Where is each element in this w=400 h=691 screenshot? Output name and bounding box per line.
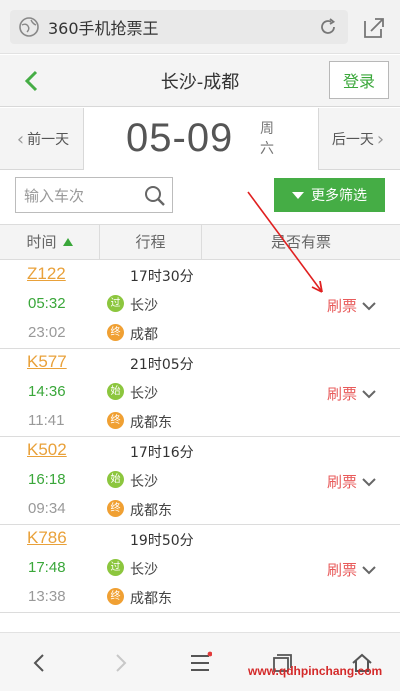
next-day-button[interactable]: 后一天 ›: [318, 108, 400, 170]
refresh-ticket-link[interactable]: 刷票: [327, 471, 357, 492]
page-url-title: 360手机抢票王: [48, 19, 159, 38]
login-button[interactable]: 登录: [329, 61, 389, 99]
browser-bottom-bar: [0, 632, 400, 691]
to-station: 成都东: [130, 591, 172, 607]
to-station-badge: 终: [107, 412, 124, 429]
refresh-ticket-link[interactable]: 刷票: [327, 559, 357, 580]
more-filter-button[interactable]: 更多筛选: [274, 178, 385, 212]
arrive-time: 09:34: [28, 500, 66, 517]
next-day-label: 后一天: [331, 132, 374, 148]
train-search-box: [15, 177, 173, 213]
train-number[interactable]: Z122: [27, 264, 66, 284]
column-headers: 时间 行程 是否有票: [0, 224, 400, 260]
from-station-badge: 过: [107, 295, 124, 312]
refresh-icon[interactable]: [318, 17, 338, 37]
date-navigation: ‹ 前一天 05-09 周 六 后一天 ›: [0, 108, 400, 170]
from-station-badge: 始: [107, 471, 124, 488]
travel-duration: 17时30分: [130, 269, 194, 285]
travel-duration: 17时16分: [130, 445, 194, 461]
from-station-badge: 始: [107, 383, 124, 400]
to-station-badge: 终: [107, 324, 124, 341]
from-station: 长沙: [130, 298, 158, 314]
to-station: 成都东: [130, 415, 172, 431]
train-number[interactable]: K577: [27, 352, 67, 372]
watermark-text: www.qdhpinchang.com: [248, 664, 383, 678]
chevron-down-icon[interactable]: [362, 301, 376, 311]
weekday-day: 六: [260, 141, 274, 157]
to-station-badge: 终: [107, 500, 124, 517]
availability-header: 是否有票: [270, 233, 331, 251]
route-header: 行程: [100, 225, 202, 259]
arrive-time: 23:02: [28, 324, 66, 341]
chevron-down-icon[interactable]: [362, 389, 376, 399]
to-station: 成都: [130, 327, 158, 343]
globe-icon: [19, 17, 39, 37]
prev-day-button[interactable]: ‹ 前一天: [0, 108, 84, 170]
from-station: 长沙: [130, 562, 158, 578]
travel-duration: 19时50分: [130, 533, 194, 549]
search-icon[interactable]: [144, 185, 166, 207]
weekday-prefix: 周: [260, 121, 274, 137]
depart-time: 14:36: [28, 383, 66, 400]
from-station: 长沙: [130, 386, 158, 402]
time-header-label: 时间: [26, 233, 57, 251]
chevron-right-icon: ›: [376, 128, 385, 150]
address-bar[interactable]: 360手机抢票王: [10, 10, 348, 44]
train-row[interactable]: Z122 17时30分 05:32 23:02 过 长沙 终 成都 刷票: [0, 261, 400, 349]
to-station: 成都东: [130, 503, 172, 519]
travel-duration: 21时05分: [130, 357, 194, 373]
train-row[interactable]: K502 17时16分 16:18 09:34 始 长沙 终 成都东 刷票: [0, 437, 400, 525]
from-station-badge: 过: [107, 559, 124, 576]
depart-time: 16:18: [28, 471, 66, 488]
browser-bar: 360手机抢票王: [0, 0, 400, 54]
train-number[interactable]: K502: [27, 440, 67, 460]
current-date[interactable]: 05-09 周 六: [84, 108, 318, 170]
browser-forward-icon[interactable]: [108, 651, 132, 675]
from-station: 长沙: [130, 474, 158, 490]
date-value: 05-09: [126, 116, 234, 160]
menu-icon[interactable]: [188, 651, 212, 675]
browser-back-icon[interactable]: [28, 651, 52, 675]
train-row[interactable]: K577 21时05分 14:36 11:41 始 长沙 终 成都东 刷票: [0, 349, 400, 437]
to-station-badge: 终: [107, 588, 124, 605]
refresh-ticket-link[interactable]: 刷票: [327, 295, 357, 316]
arrive-time: 11:41: [28, 412, 65, 429]
train-row[interactable]: K786 19时50分 17:48 13:38 过 长沙 终 成都东 刷票: [0, 525, 400, 613]
caret-down-icon: [292, 191, 304, 199]
chevron-down-icon[interactable]: [362, 565, 376, 575]
train-number-input[interactable]: [24, 184, 139, 208]
train-number[interactable]: K786: [27, 528, 67, 548]
sort-up-icon: [62, 237, 73, 246]
chevron-down-icon[interactable]: [362, 477, 376, 487]
share-icon[interactable]: [362, 16, 386, 40]
depart-time: 05:32: [28, 295, 66, 312]
prev-day-label: 前一天: [27, 132, 70, 148]
sort-by-time[interactable]: 时间: [0, 225, 100, 259]
chevron-left-icon: ‹: [16, 128, 25, 150]
filter-label: 更多筛选: [311, 188, 367, 204]
arrive-time: 13:38: [28, 588, 66, 605]
depart-time: 17:48: [28, 559, 66, 576]
refresh-ticket-link[interactable]: 刷票: [327, 383, 357, 404]
app-header: 长沙-成都 登录: [0, 55, 400, 107]
